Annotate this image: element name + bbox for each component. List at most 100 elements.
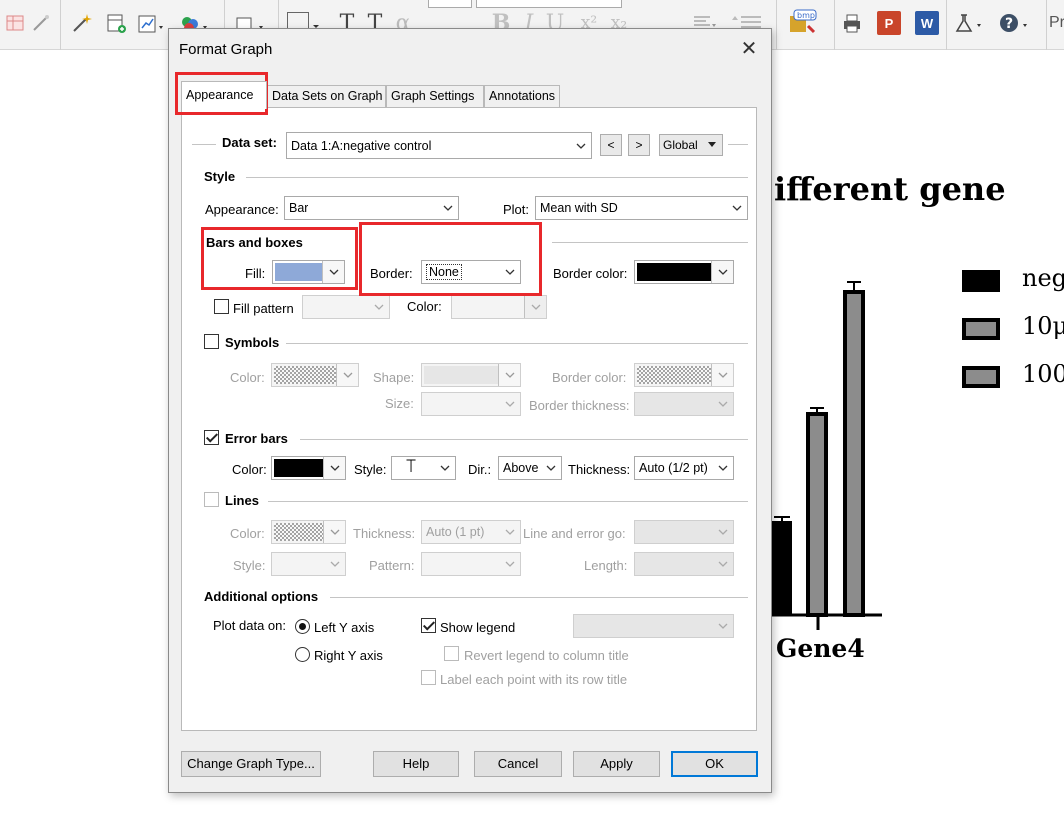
bars-and-boxes-heading: Bars and boxes	[206, 235, 303, 250]
help-icon[interactable]: ?	[998, 8, 1032, 38]
lines-color-dropdown[interactable]	[271, 520, 346, 544]
legend-label: neg	[1022, 268, 1064, 292]
print-icon[interactable]	[840, 8, 864, 38]
show-legend-label: Show legend	[440, 620, 516, 635]
error-bars-heading: Error bars	[225, 431, 288, 446]
error-color-dropdown[interactable]	[271, 456, 346, 480]
lines-pattern-dropdown[interactable]	[421, 552, 521, 576]
svg-text:bmp: bmp	[797, 11, 815, 20]
appearance-dropdown[interactable]: Bar	[284, 196, 459, 220]
tab-graph-settings[interactable]: Graph Settings	[386, 85, 484, 107]
lines-length-dropdown[interactable]	[634, 552, 734, 576]
symbols-heading: Symbols	[225, 335, 280, 350]
fill-color-dropdown[interactable]	[272, 260, 345, 284]
label-points-checkbox[interactable]	[421, 670, 436, 685]
lines-thickness-dropdown[interactable]: Auto (1 pt)	[421, 520, 521, 544]
chevron-down-icon	[504, 557, 516, 571]
error-bars-checkbox[interactable]	[204, 430, 219, 445]
chevron-down-icon	[442, 201, 454, 215]
thickness-value: Auto (1/2 pt)	[639, 461, 708, 475]
thickness-label: Thickness:	[568, 462, 631, 477]
line-error-gap-dropdown[interactable]	[634, 520, 734, 544]
thickness-dropdown[interactable]: Auto (1/2 pt)	[634, 456, 734, 480]
error-style-dropdown[interactable]: ⟙	[391, 456, 456, 480]
fill-pattern-checkbox[interactable]	[214, 299, 229, 314]
add-table-icon[interactable]	[104, 8, 128, 38]
format-graph-dialog: Format Graph ✕ Appearance Data Sets on G…	[168, 28, 772, 793]
fill-color-swatch	[275, 263, 323, 281]
show-legend-checkbox[interactable]	[421, 618, 436, 633]
next-dataset-button[interactable]: >	[628, 134, 650, 156]
font-name-field[interactable]	[428, 0, 472, 8]
lines-checkbox[interactable]	[204, 492, 219, 507]
lines-length-label: Length:	[584, 558, 628, 573]
legend-dropdown[interactable]	[573, 614, 734, 638]
tab-annotations[interactable]: Annotations	[484, 85, 560, 107]
chart-type-icon[interactable]	[136, 8, 166, 38]
style-heading: Style	[204, 169, 236, 184]
legend-item: 100	[962, 364, 1064, 392]
chevron-down-icon	[504, 397, 516, 411]
chevron-down-icon	[524, 296, 546, 318]
export-bmp-icon[interactable]: bmp	[786, 8, 820, 38]
help-button[interactable]: Help	[373, 751, 459, 777]
symbols-border-color-swatch	[637, 366, 711, 384]
border-thickness-dropdown[interactable]	[634, 392, 734, 416]
left-y-axis-radio[interactable]	[295, 619, 310, 634]
fill-pattern-dropdown[interactable]	[302, 295, 390, 319]
global-button[interactable]: Global	[659, 134, 723, 156]
lines-heading: Lines	[225, 493, 259, 508]
lines-color-label: Color:	[230, 526, 265, 541]
size-dropdown[interactable]	[421, 392, 521, 416]
bar-100	[843, 290, 865, 617]
apply-button[interactable]: Apply	[573, 751, 660, 777]
change-graph-type-button[interactable]: Change Graph Type...	[181, 751, 321, 777]
magic-wand-icon[interactable]	[30, 8, 52, 38]
lines-pattern-label: Pattern:	[369, 558, 415, 573]
plot-dropdown[interactable]: Mean with SD	[535, 196, 748, 220]
cancel-button[interactable]: Cancel	[474, 751, 562, 777]
line-error-gap-label: Line and error go:	[523, 526, 626, 541]
dir-value: Above	[503, 461, 539, 475]
pattern-color-dropdown[interactable]	[451, 295, 547, 319]
bar-negative-control	[772, 521, 792, 615]
lines-style-dropdown[interactable]	[271, 552, 346, 576]
border-color-swatch	[637, 263, 711, 281]
lines-thickness-value: Auto (1 pt)	[426, 525, 485, 539]
table-icon[interactable]	[4, 8, 26, 38]
border-dropdown[interactable]: None	[421, 260, 521, 284]
shape-dropdown[interactable]	[421, 363, 521, 387]
chevron-down-icon	[731, 201, 743, 215]
revert-legend-label: Revert legend to column title	[464, 648, 629, 663]
lines-style-label: Style:	[233, 558, 266, 573]
dataset-label: Data set:	[222, 135, 277, 150]
close-icon[interactable]: ✕	[737, 37, 761, 61]
additional-options-heading: Additional options	[204, 589, 319, 604]
ok-button[interactable]: OK	[671, 751, 758, 777]
wand-sparkle-icon[interactable]	[70, 8, 94, 38]
symbols-checkbox[interactable]	[204, 334, 219, 349]
dir-dropdown[interactable]: Above	[498, 456, 562, 480]
symbols-color-dropdown[interactable]	[271, 363, 359, 387]
powerpoint-icon[interactable]: P	[876, 8, 902, 38]
border-color-dropdown[interactable]	[634, 260, 734, 284]
app-logo-icon: Pr	[1050, 14, 1064, 31]
symbols-border-color-dropdown[interactable]	[634, 363, 734, 387]
svg-text:?: ?	[1005, 16, 1013, 32]
dataset-dropdown[interactable]: Data 1:A:negative control	[286, 132, 592, 159]
prev-dataset-button[interactable]: <	[600, 134, 622, 156]
bar-10u	[806, 412, 828, 617]
dataset-value: Data 1:A:negative control	[291, 139, 432, 153]
chevron-down-icon	[717, 557, 729, 571]
revert-legend-checkbox[interactable]	[444, 646, 459, 661]
flask-icon[interactable]	[952, 8, 986, 38]
chevron-down-icon	[717, 461, 729, 475]
border-value: None	[426, 264, 462, 280]
tab-data-sets-on-graph[interactable]: Data Sets on Graph	[267, 85, 386, 107]
font-size-field[interactable]	[476, 0, 622, 8]
tab-appearance[interactable]: Appearance	[181, 81, 267, 109]
chevron-down-icon	[711, 364, 733, 386]
word-icon[interactable]: W	[914, 8, 940, 38]
right-y-axis-radio[interactable]	[295, 647, 310, 662]
chevron-down-icon	[323, 457, 345, 479]
